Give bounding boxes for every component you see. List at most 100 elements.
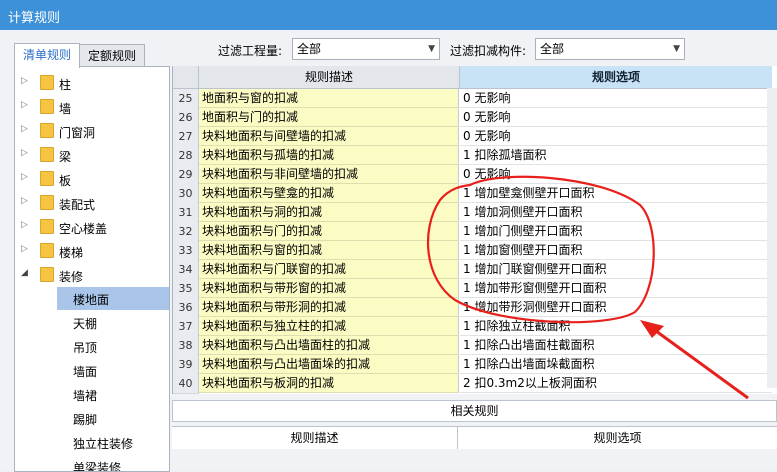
tree-item-wall[interactable]: ▷ 墙 [15, 95, 169, 119]
related-header-description: 规则描述 [172, 427, 458, 449]
tab-bill-rules[interactable]: 清单规则 [14, 43, 80, 68]
table-row[interactable]: 33 块料地面积与窗的扣减 1 增加窗侧壁开口面积 [173, 241, 777, 261]
row-number: 34 [173, 260, 199, 280]
related-header-options: 规则选项 [593, 431, 642, 445]
table-row[interactable]: 37 块料地面积与独立柱的扣减 1 扣除独立柱截面积 [173, 317, 777, 337]
expand-arrow-icon[interactable]: ▷ [21, 196, 28, 206]
expand-arrow-icon[interactable]: ▷ [21, 244, 28, 254]
table-row[interactable]: 26 地面积与门的扣减 0 无影响 [173, 108, 777, 128]
tree-subitem-dado[interactable]: 墙裙 [57, 383, 169, 406]
rule-description: 块料地面积与窗的扣减 [199, 241, 459, 260]
rule-description: 块料地面积与壁龛的扣减 [199, 184, 459, 203]
row-number: 33 [173, 241, 199, 261]
rule-option[interactable]: 1 增加窗侧壁开口面积 [460, 241, 772, 260]
row-number: 31 [173, 203, 199, 223]
related-rules-header: 规则描述 规则选项 [172, 426, 777, 449]
tree-item-column[interactable]: ▷ 柱 [15, 71, 169, 95]
table-row[interactable]: 38 块料地面积与凸出墙面柱的扣减 1 扣除凸出墙面柱截面积 [173, 336, 777, 356]
rule-option[interactable]: 1 增加门联窗侧壁开口面积 [460, 260, 772, 279]
expand-arrow-icon[interactable]: ▷ [21, 76, 28, 86]
row-number: 28 [173, 146, 199, 166]
tree-subitem-beam-finish[interactable]: 单梁装修 [57, 455, 169, 472]
folder-icon [40, 219, 54, 234]
expand-arrow-icon[interactable]: ▷ [21, 100, 28, 110]
grid-vertical-scrollbar[interactable] [767, 88, 777, 388]
table-row[interactable]: 39 块料地面积与凸出墙面垛的扣减 1 扣除凸出墙面垛截面积 [173, 355, 777, 375]
rule-option[interactable]: 0 无影响 [460, 165, 772, 184]
rule-description: 块料地面积与凸出墙面垛的扣减 [199, 355, 459, 374]
table-row[interactable]: 31 块料地面积与洞的扣减 1 增加洞侧壁开口面积 [173, 203, 777, 223]
tree-subitem-label: 楼地面 [73, 293, 110, 307]
rule-option[interactable]: 1 扣除孤墙面积 [460, 146, 772, 165]
tree-subitem-suspended-ceiling[interactable]: 吊顶 [57, 335, 169, 358]
rule-description: 块料地面积与板洞的扣减 [199, 374, 459, 393]
tree-item-slab[interactable]: ▷ 板 [15, 167, 169, 191]
tree-item-label: 楼梯 [59, 246, 84, 260]
tree-subitem-column-finish[interactable]: 独立柱装修 [57, 431, 169, 454]
tree-item-prefab[interactable]: ▷ 装配式 [15, 191, 169, 215]
rule-option[interactable]: 1 扣除凸出墙面垛截面积 [460, 355, 772, 374]
tab-quota-rules[interactable]: 定额规则 [79, 44, 145, 67]
tree-item-stairs[interactable]: ▷ 楼梯 [15, 239, 169, 263]
table-row[interactable]: 34 块料地面积与门联窗的扣减 1 增加门联窗侧壁开口面积 [173, 260, 777, 280]
expand-arrow-icon[interactable]: ▷ [21, 148, 28, 158]
folder-icon [40, 99, 54, 114]
tree-subitem-skirting[interactable]: 踢脚 [57, 407, 169, 430]
rule-option[interactable]: 1 增加壁龛侧壁开口面积 [460, 184, 772, 203]
rule-description: 块料地面积与间壁墙的扣减 [199, 127, 459, 146]
tree-subitem-ceiling[interactable]: 天棚 [57, 311, 169, 334]
tree-subitem-label: 单梁装修 [73, 461, 122, 472]
tree-subitem-label: 墙面 [73, 365, 98, 379]
rule-option[interactable]: 1 扣除凸出墙面柱截面积 [460, 336, 772, 355]
grid-header-description: 规则描述 [199, 66, 460, 89]
table-row[interactable]: 32 块料地面积与门的扣减 1 增加门侧壁开口面积 [173, 222, 777, 242]
row-number: 29 [173, 165, 199, 185]
rule-option[interactable]: 1 增加带形洞侧壁开口面积 [460, 298, 772, 317]
rule-option[interactable]: 2 扣0.3m2以上板洞面积 [460, 374, 772, 393]
rule-option[interactable]: 1 扣除独立柱截面积 [460, 317, 772, 336]
table-row[interactable]: 28 块料地面积与孤墙的扣减 1 扣除孤墙面积 [173, 146, 777, 166]
chevron-down-icon: ▼ [673, 44, 680, 54]
folder-icon [40, 267, 54, 282]
rule-option[interactable]: 1 增加洞侧壁开口面积 [460, 203, 772, 222]
rule-option[interactable]: 0 无影响 [460, 108, 772, 127]
tree-item-decoration[interactable]: ◢ 装修 [15, 263, 169, 287]
filter-quantity-value: 全部 [297, 42, 322, 56]
rule-option[interactable]: 1 增加门侧壁开口面积 [460, 222, 772, 241]
component-tree: ▷ 柱 ▷ 墙 ▷ 门窗洞 ▷ 梁 ▷ 板 ▷ 装配式 ▷ 空心楼盖 ▷ 楼梯 ◢ 装修 楼地面 … [14, 66, 170, 472]
tree-item-label: 装修 [59, 270, 84, 284]
rule-option[interactable]: 1 增加带形窗侧壁开口面积 [460, 279, 772, 298]
tree-item-hollow-floor[interactable]: ▷ 空心楼盖 [15, 215, 169, 239]
table-row[interactable]: 35 块料地面积与带形窗的扣减 1 增加带形窗侧壁开口面积 [173, 279, 777, 299]
row-number: 30 [173, 184, 199, 204]
tree-subitem-wall-surface[interactable]: 墙面 [57, 359, 169, 382]
folder-icon [40, 123, 54, 138]
row-number: 36 [173, 298, 199, 318]
filter-component-label: 过滤扣减构件: [450, 44, 527, 58]
expand-arrow-icon[interactable]: ▷ [21, 172, 28, 182]
expand-arrow-icon[interactable]: ▷ [21, 220, 28, 230]
row-number: 40 [173, 374, 199, 394]
tree-item-beam[interactable]: ▷ 梁 [15, 143, 169, 167]
table-row[interactable]: 29 块料地面积与非间壁墙的扣减 0 无影响 [173, 165, 777, 185]
row-number: 39 [173, 355, 199, 375]
table-row[interactable]: 36 块料地面积与带形洞的扣减 1 增加带形洞侧壁开口面积 [173, 298, 777, 318]
tree-item-label: 装配式 [59, 198, 96, 212]
filter-component-select[interactable]: 全部 ▼ [535, 38, 685, 60]
rule-description: 块料地面积与带形洞的扣减 [199, 298, 459, 317]
expand-arrow-icon[interactable]: ▷ [21, 124, 28, 134]
collapse-arrow-icon[interactable]: ◢ [21, 268, 28, 278]
table-row[interactable]: 27 块料地面积与间壁墙的扣减 0 无影响 [173, 127, 777, 147]
tree-item-door-window[interactable]: ▷ 门窗洞 [15, 119, 169, 143]
filter-quantity-select[interactable]: 全部 ▼ [292, 38, 440, 60]
rule-option[interactable]: 0 无影响 [460, 89, 772, 108]
folder-icon [40, 147, 54, 162]
table-row[interactable]: 30 块料地面积与壁龛的扣减 1 增加壁龛侧壁开口面积 [173, 184, 777, 204]
table-row[interactable]: 25 地面积与窗的扣减 0 无影响 [173, 89, 777, 109]
rule-description: 块料地面积与凸出墙面柱的扣减 [199, 336, 459, 355]
folder-icon [40, 171, 54, 186]
table-row[interactable]: 40 块料地面积与板洞的扣减 2 扣0.3m2以上板洞面积 [173, 374, 777, 394]
tree-subitem-floor[interactable]: 楼地面 [57, 287, 169, 310]
rule-option[interactable]: 0 无影响 [460, 127, 772, 146]
tree-subitem-label: 墙裙 [73, 389, 98, 403]
